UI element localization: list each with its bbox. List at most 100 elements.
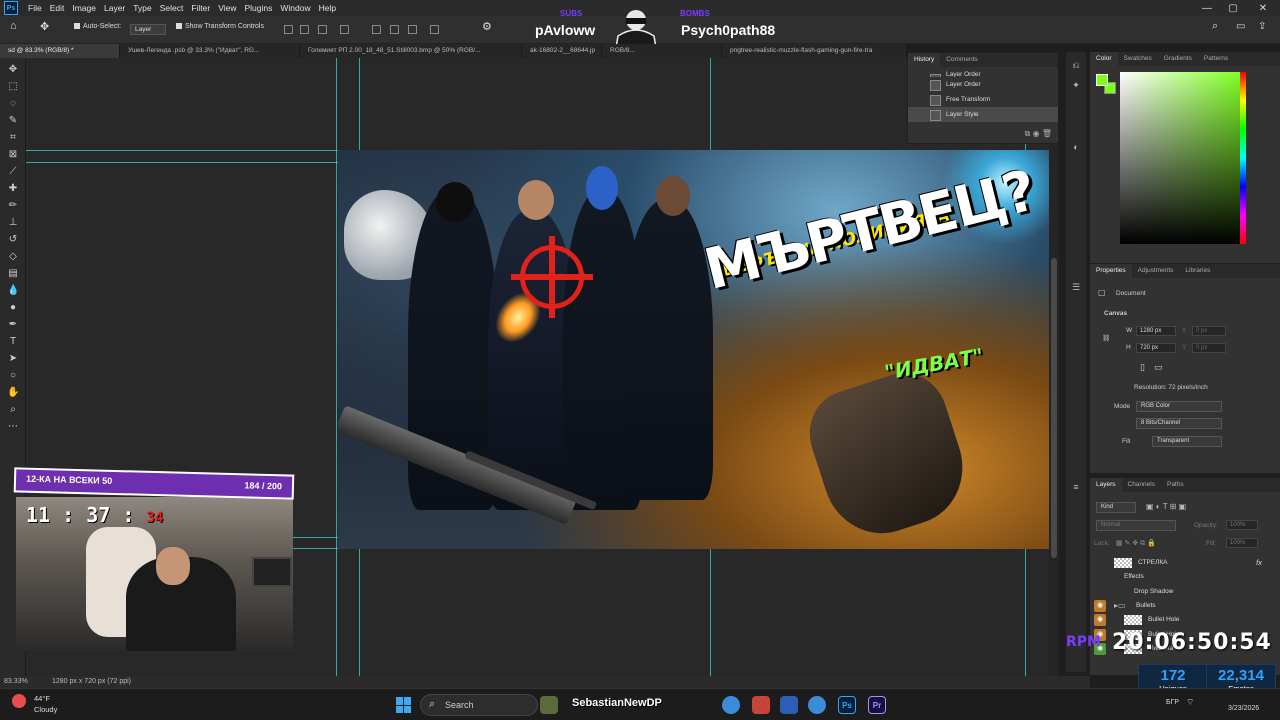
- eye-icon[interactable]: [1094, 557, 1106, 569]
- tab-swatches[interactable]: Swatches: [1118, 52, 1158, 66]
- x-field[interactable]: 0 px: [1192, 326, 1226, 336]
- crop-tool-icon[interactable]: ⌗: [7, 132, 19, 144]
- weather-temp[interactable]: 44°F: [34, 694, 50, 703]
- align-left-icon[interactable]: [284, 25, 293, 34]
- photoshop-taskbar-icon[interactable]: Ps: [838, 696, 856, 714]
- tab-color[interactable]: Color: [1090, 52, 1118, 66]
- tab-gradients[interactable]: Gradients: [1158, 52, 1198, 66]
- scroll-thumb[interactable]: [1051, 258, 1057, 558]
- layer-row[interactable]: ◉ Bullet Hole: [1090, 613, 1280, 627]
- transform-controls-checkbox[interactable]: Show Transform Controls: [176, 23, 264, 30]
- move-tool-icon[interactable]: ✥: [7, 64, 19, 76]
- home-icon[interactable]: ⌂: [10, 20, 17, 32]
- tab-channels[interactable]: Channels: [1122, 478, 1161, 492]
- color-picker-field[interactable]: [1120, 72, 1244, 244]
- align-bottom-icon[interactable]: [408, 25, 417, 34]
- thumbnail-artwork[interactable]: ШЕФЪТ НА ПОЛИЦИЯТА МЪРТВЕЦ? "ИДВАТ": [338, 150, 1050, 549]
- auto-select-dropdown[interactable]: Layer: [130, 24, 166, 35]
- menu-layer[interactable]: Layer: [100, 3, 129, 13]
- move-tool-icon[interactable]: ✥: [40, 20, 49, 33]
- language-indicator[interactable]: БГР: [1166, 699, 1179, 706]
- lasso-tool-icon[interactable]: ◌: [7, 98, 19, 110]
- frame-tool-icon[interactable]: ⊠: [7, 149, 19, 161]
- orientation-portrait-icon[interactable]: ▯: [1140, 362, 1145, 373]
- weather-icon[interactable]: [12, 694, 26, 708]
- doc-tab[interactable]: ak-16802-2__68644.jp: [522, 44, 602, 58]
- hand-tool-icon[interactable]: ✋: [7, 387, 19, 399]
- windows-start-icon[interactable]: [396, 697, 412, 713]
- fill-field[interactable]: 100%: [1226, 538, 1258, 548]
- bit-depth-dropdown[interactable]: 8 Bits/Channel: [1136, 418, 1222, 429]
- eye-icon[interactable]: ◉: [1094, 599, 1106, 612]
- opacity-field[interactable]: 100%: [1226, 520, 1258, 530]
- share-icon[interactable]: ⇪: [1258, 21, 1266, 32]
- eye-icon[interactable]: [1094, 586, 1106, 598]
- link-dimensions-icon[interactable]: ⛓: [1102, 334, 1110, 342]
- workspace-icon[interactable]: ▭: [1236, 21, 1245, 32]
- doc-tab[interactable]: Ушев-Легенда .psb @ 33.3% ("Идват", RG..…: [120, 44, 300, 58]
- doc-tab[interactable]: sd @ 83.3% (RGB/8) *: [0, 44, 120, 58]
- tab-comments[interactable]: Comments: [940, 53, 983, 67]
- layer-row[interactable]: Effects: [1090, 570, 1280, 584]
- tab-patterns[interactable]: Patterns: [1198, 52, 1234, 66]
- shape-tool-icon[interactable]: ○: [7, 370, 19, 382]
- minimize-button[interactable]: —: [1194, 0, 1220, 16]
- properties-icon[interactable]: ☰: [1070, 282, 1082, 294]
- filter-icons[interactable]: ▣ ◐ T ⊞ ▣: [1146, 502, 1186, 511]
- hue-slider[interactable]: [1240, 72, 1246, 244]
- y-field[interactable]: 0 px: [1192, 343, 1226, 353]
- eye-icon[interactable]: ◉: [1094, 614, 1106, 627]
- menu-edit[interactable]: Edit: [46, 3, 69, 13]
- premiere-taskbar-icon[interactable]: Pr: [868, 696, 886, 714]
- tab-paths[interactable]: Paths: [1161, 478, 1190, 492]
- layer-filter-dropdown[interactable]: Kind: [1096, 502, 1136, 513]
- vertical-scrollbar[interactable]: [1049, 58, 1059, 676]
- tab-adjustments[interactable]: Adjustments: [1132, 264, 1180, 278]
- eye-icon[interactable]: [1094, 571, 1106, 583]
- layer-fx-indicator[interactable]: fx: [1256, 558, 1262, 567]
- align-top-icon[interactable]: [372, 25, 381, 34]
- clone-stamp-icon[interactable]: ⊥: [7, 217, 19, 229]
- eyedropper-icon[interactable]: ⟋: [7, 166, 19, 178]
- distribute-icon[interactable]: [340, 25, 349, 34]
- eraser-icon[interactable]: ◇: [7, 251, 19, 263]
- history-icon[interactable]: ⎌: [1070, 60, 1082, 72]
- distribute-vertical-icon[interactable]: [430, 25, 439, 34]
- pen-tool-icon[interactable]: ✒: [7, 319, 19, 331]
- folder-icon[interactable]: ▸▭: [1114, 601, 1126, 610]
- layer-row[interactable]: Drop Shadow: [1090, 585, 1280, 599]
- history-item-selected[interactable]: Layer Style: [908, 107, 1058, 122]
- layer-row[interactable]: СТРЕЛКА fx: [1090, 556, 1280, 570]
- dodge-tool-icon[interactable]: ●: [7, 302, 19, 314]
- doc-tab[interactable]: Големият PП 2.00_18_48_51.Still003.bmp @…: [300, 44, 522, 58]
- tab-libraries[interactable]: Libraries: [1179, 264, 1216, 278]
- menu-view[interactable]: View: [214, 3, 240, 13]
- more-tools-icon[interactable]: ⋯: [7, 421, 19, 433]
- zoom-level[interactable]: 83.33%: [4, 678, 28, 685]
- chrome-icon[interactable]: [722, 696, 740, 714]
- menu-type[interactable]: Type: [129, 3, 155, 13]
- width-field[interactable]: 1280 px: [1136, 326, 1176, 336]
- path-select-icon[interactable]: ➤: [7, 353, 19, 365]
- close-button[interactable]: ✕: [1250, 0, 1276, 16]
- doc-tab[interactable]: RGB/8...: [602, 44, 722, 58]
- gear-icon[interactable]: ⚙: [482, 20, 492, 33]
- orientation-landscape-icon[interactable]: ▭: [1154, 362, 1163, 373]
- height-field[interactable]: 720 px: [1136, 343, 1176, 353]
- history-item[interactable]: Layer Order: [908, 77, 1058, 92]
- taskbar-search[interactable]: ⌕ Search: [420, 694, 538, 716]
- lock-icons[interactable]: ▦ ✎ ✥ ⧉ 🔒: [1116, 539, 1156, 548]
- weather-condition[interactable]: Cloudy: [34, 705, 57, 714]
- menu-window[interactable]: Window: [276, 3, 314, 13]
- network-icon[interactable]: ⌔: [1186, 697, 1194, 708]
- zoom-tool-icon[interactable]: ⌕: [7, 404, 19, 416]
- align-middle-icon[interactable]: [390, 25, 399, 34]
- menu-file[interactable]: File: [24, 3, 46, 13]
- align-right-icon[interactable]: [318, 25, 327, 34]
- tab-history[interactable]: History: [908, 53, 941, 67]
- snapshot-icon[interactable]: ◉: [1033, 129, 1040, 138]
- brush-tool-icon[interactable]: ✏: [7, 200, 19, 212]
- mode-dropdown[interactable]: RGB Color: [1136, 401, 1222, 412]
- search-icon[interactable]: ⌕: [1212, 20, 1218, 33]
- fill-dropdown[interactable]: Transparent: [1152, 436, 1222, 447]
